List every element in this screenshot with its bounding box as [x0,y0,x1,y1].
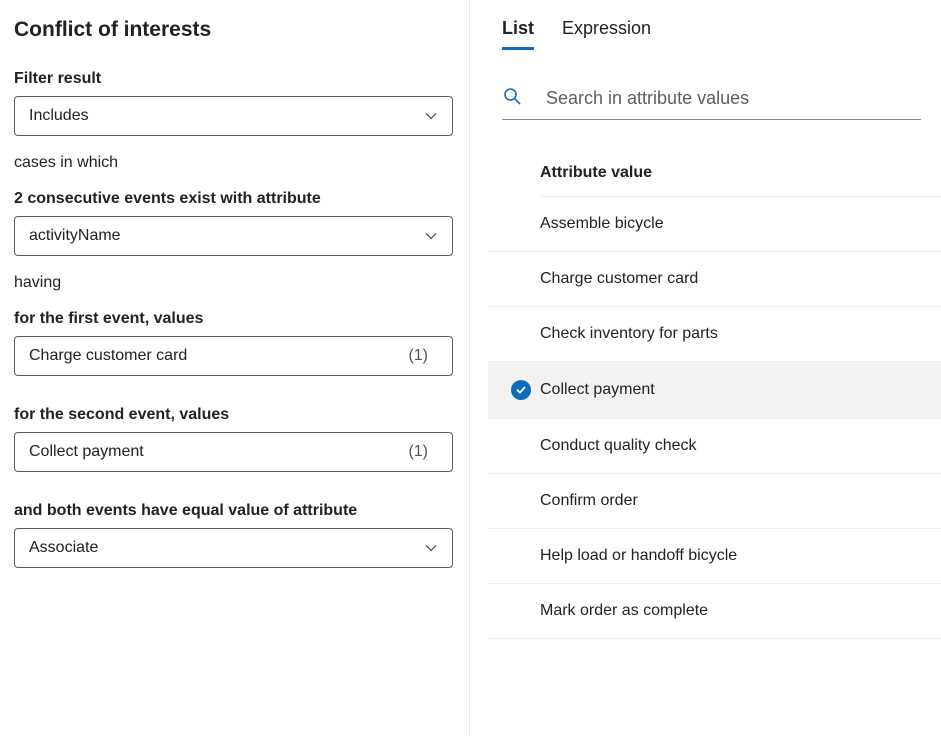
first-event-value: Charge customer card [29,347,187,365]
both-events-value: Associate [29,539,98,557]
attribute-value-list: Assemble bicycle Charge customer card Chec… [470,197,941,639]
second-event-label: for the second event, values [14,406,453,424]
page-title: Conflict of interests [14,18,453,42]
chevron-down-icon [424,229,438,243]
attribute-value-label: Charge customer card [540,270,698,288]
first-event-count: (1) [408,347,428,364]
chevron-down-icon [424,541,438,555]
attribute-value-label: Assemble bicycle [540,215,664,233]
chevron-down-icon [424,109,438,123]
second-event-dropdown[interactable]: Collect payment (1) [14,432,453,472]
tab-expression[interactable]: Expression [562,18,651,50]
attribute-value-label: Check inventory for parts [540,325,718,343]
attribute-value-label: Conduct quality check [540,437,697,455]
row-check-slot [502,380,540,400]
attribute-value-row[interactable]: Conduct quality check [488,419,941,474]
attribute-value-label: Mark order as complete [540,602,708,620]
search-icon [502,86,546,111]
attribute-value-row[interactable]: Collect payment [488,362,941,419]
attribute-value-row[interactable]: Confirm order [488,474,941,529]
tab-list[interactable]: List [502,18,534,50]
attribute-value-label: Collect payment [540,381,655,399]
first-event-dropdown[interactable]: Charge customer card (1) [14,336,453,376]
attribute-value-label: Help load or handoff bicycle [540,547,737,565]
search-row [502,86,921,120]
attribute-value-row[interactable]: Charge customer card [488,252,941,307]
attribute-dropdown[interactable]: activityName [14,216,453,256]
filter-panel: Conflict of interests Filter result Incl… [0,0,470,736]
filter-result-value: Includes [29,107,89,125]
connector-having: having [14,274,453,292]
filter-result-dropdown[interactable]: Includes [14,96,453,136]
attribute-value-row[interactable]: Check inventory for parts [488,307,941,362]
attribute-value-row[interactable]: Assemble bicycle [488,197,941,252]
second-event-count: (1) [408,443,428,460]
attribute-value-row[interactable]: Mark order as complete [488,584,941,639]
values-panel: List Expression Attribute value Assemble… [470,0,941,736]
attribute-value-header: Attribute value [540,164,941,197]
second-event-value: Collect payment [29,443,144,461]
consecutive-label: 2 consecutive events exist with attribut… [14,190,453,208]
both-events-label: and both events have equal value of attr… [14,502,453,520]
tabs: List Expression [470,18,941,50]
search-input[interactable] [546,88,921,109]
filter-result-label: Filter result [14,70,453,88]
attribute-value: activityName [29,227,121,245]
first-event-label: for the first event, values [14,310,453,328]
connector-cases-in-which: cases in which [14,154,453,172]
attribute-value-row[interactable]: Help load or handoff bicycle [488,529,941,584]
check-icon [511,380,531,400]
attribute-value-label: Confirm order [540,492,638,510]
both-events-dropdown[interactable]: Associate [14,528,453,568]
